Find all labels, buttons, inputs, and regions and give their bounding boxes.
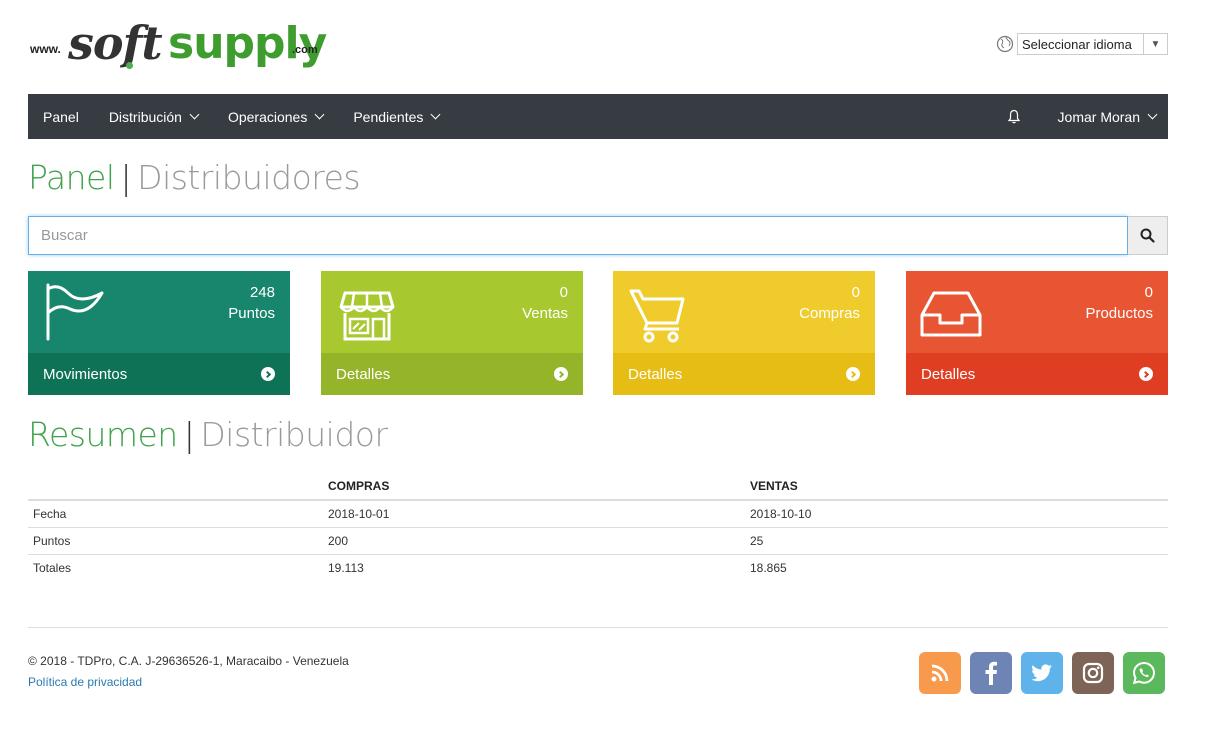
language-select[interactable]: Seleccionar idioma ▼ bbox=[1017, 33, 1168, 55]
card-count: 0 bbox=[1144, 284, 1153, 301]
table-cell: 25 bbox=[745, 527, 1168, 555]
nav-operaciones[interactable]: Operaciones bbox=[213, 94, 338, 139]
store-icon bbox=[339, 291, 395, 341]
card-footer-label: Detalles bbox=[921, 365, 976, 383]
table-row: Fecha 2018-10-01 2018-10-10 bbox=[28, 500, 1168, 528]
nav-distribucion-label: Distribución bbox=[108, 108, 182, 125]
search-input[interactable] bbox=[28, 216, 1128, 255]
user-menu[interactable]: Jomar Moran bbox=[1043, 94, 1168, 139]
table-header bbox=[28, 472, 323, 501]
dropdown-arrow-icon: ▼ bbox=[1143, 34, 1167, 54]
stat-card-compras: 0 Compras Detalles bbox=[613, 271, 875, 395]
card-footer-label: Detalles bbox=[628, 365, 683, 383]
logo-com: .com bbox=[292, 44, 318, 56]
arrow-circle-right-icon bbox=[846, 367, 860, 381]
card-link-detalles[interactable]: Detalles bbox=[906, 353, 1168, 395]
table-cell: 18.865 bbox=[750, 561, 787, 576]
page-title: Panel | Distribuidores bbox=[28, 158, 361, 197]
title-separator: | bbox=[183, 415, 195, 454]
card-count: 0 bbox=[559, 284, 568, 301]
card-count: 248 bbox=[249, 284, 275, 301]
card-label: Productos bbox=[1085, 305, 1153, 322]
table-cell: Fecha bbox=[28, 500, 323, 528]
twitter-button[interactable] bbox=[1021, 652, 1063, 694]
nav-pendientes-label: Pendientes bbox=[353, 108, 424, 125]
nav-panel-label: Panel bbox=[43, 108, 79, 125]
card-top: 0 Compras bbox=[613, 271, 875, 353]
card-label: Puntos bbox=[228, 305, 275, 322]
table-header: COMPRAS bbox=[323, 472, 745, 501]
page-title-primary: Panel bbox=[28, 158, 115, 197]
chevron-down-icon bbox=[189, 109, 200, 120]
table-header: VENTAS bbox=[745, 472, 1168, 501]
rss-icon bbox=[931, 664, 949, 682]
chevron-down-icon bbox=[314, 109, 325, 120]
facebook-icon bbox=[985, 661, 997, 685]
main-navbar: Panel Distribución Operaciones Pendiente… bbox=[28, 94, 1168, 139]
language-selector[interactable]: Seleccionar idioma ▼ bbox=[996, 33, 1168, 55]
card-label: Ventas bbox=[522, 305, 568, 322]
card-footer-label: Detalles bbox=[336, 365, 391, 383]
twitter-icon bbox=[1031, 664, 1052, 682]
card-count: 0 bbox=[851, 284, 860, 301]
search-icon bbox=[1140, 228, 1155, 243]
summary-title-primary: Resumen bbox=[28, 415, 178, 454]
stat-card-ventas: 0 Ventas Detalles bbox=[321, 271, 583, 395]
arrow-circle-right-icon bbox=[554, 367, 568, 381]
whatsapp-icon bbox=[1132, 661, 1156, 685]
chevron-down-icon bbox=[430, 109, 441, 120]
table-cell: 2018-10-10 bbox=[745, 500, 1168, 528]
user-name: Jomar Moran bbox=[1057, 108, 1140, 125]
bell-icon[interactable] bbox=[1007, 109, 1021, 125]
table-row: Puntos 200 25 bbox=[28, 527, 1168, 555]
table-cell: Puntos bbox=[28, 527, 323, 555]
nav-pendientes[interactable]: Pendientes bbox=[338, 94, 454, 139]
logo-www: www. bbox=[30, 42, 61, 56]
logo-dot bbox=[126, 62, 133, 69]
card-top: 0 Productos bbox=[906, 271, 1168, 353]
nav-operaciones-label: Operaciones bbox=[227, 108, 308, 125]
instagram-icon bbox=[1082, 662, 1104, 684]
nav-distribucion[interactable]: Distribución bbox=[94, 94, 213, 139]
table-cell: 19.113 bbox=[328, 561, 364, 576]
globe-icon bbox=[996, 35, 1014, 53]
cart-icon bbox=[629, 289, 685, 343]
copyright-text: © 2018 - TDPro, C.A. J-29636526-1, Marac… bbox=[28, 654, 349, 668]
language-select-label: Seleccionar idioma bbox=[1022, 36, 1132, 52]
search-button[interactable] bbox=[1128, 216, 1168, 255]
table-cell: Totales bbox=[33, 561, 72, 576]
arrow-circle-right-icon bbox=[261, 367, 275, 381]
card-link-movimientos[interactable]: Movimientos bbox=[28, 353, 290, 395]
privacy-link[interactable]: Política de privacidad bbox=[28, 675, 142, 689]
card-link-detalles[interactable]: Detalles bbox=[613, 353, 875, 395]
summary-title: Resumen | Distribuidor bbox=[28, 415, 388, 454]
flag-icon bbox=[46, 283, 104, 341]
table-header-row: COMPRAS VENTAS bbox=[28, 472, 1168, 501]
chevron-down-icon bbox=[1147, 109, 1158, 120]
summary-table: COMPRAS VENTAS Fecha 2018-10-01 2018-10-… bbox=[28, 472, 1168, 582]
stat-card-puntos: 248 Puntos Movimientos bbox=[28, 271, 290, 395]
table-cell: 200 bbox=[323, 527, 745, 555]
nav-panel[interactable]: Panel bbox=[28, 94, 94, 139]
footer-divider bbox=[28, 627, 1168, 628]
card-top: 248 Puntos bbox=[28, 271, 290, 353]
card-link-detalles[interactable]: Detalles bbox=[321, 353, 583, 395]
card-footer-label: Movimientos bbox=[43, 365, 128, 383]
card-top: 0 Ventas bbox=[321, 271, 583, 353]
table-cell: 2018-10-01 bbox=[323, 500, 745, 528]
arrow-circle-right-icon bbox=[1139, 367, 1153, 381]
facebook-button[interactable] bbox=[970, 652, 1012, 694]
whatsapp-button[interactable] bbox=[1123, 652, 1165, 694]
card-label: Compras bbox=[799, 305, 860, 322]
title-separator: | bbox=[120, 158, 132, 197]
rss-button[interactable] bbox=[919, 652, 961, 694]
inbox-icon bbox=[920, 291, 982, 337]
page-title-secondary: Distribuidores bbox=[137, 158, 361, 197]
logo-soft: soft bbox=[68, 16, 163, 70]
stat-card-productos: 0 Productos Detalles bbox=[906, 271, 1168, 395]
summary-title-secondary: Distribuidor bbox=[200, 415, 388, 454]
search-bar bbox=[28, 216, 1168, 255]
instagram-button[interactable] bbox=[1072, 652, 1114, 694]
table-row: Totales 19.113 18.865 bbox=[28, 555, 1168, 582]
